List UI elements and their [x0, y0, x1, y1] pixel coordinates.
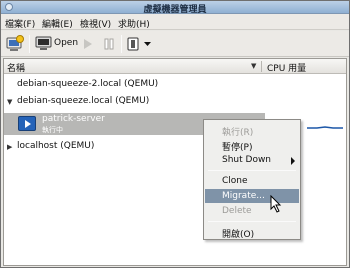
menu-help[interactable]: 求助(H) [118, 17, 150, 30]
expand-arrow-icon[interactable]: ▼ [7, 98, 12, 106]
context-menu: 執行(R) 暫停(P) Shut Down Clone Migrate... D… [203, 119, 301, 240]
connection-row[interactable]: debian-squeeze.local (QEMU) [17, 96, 149, 106]
submenu-arrow-icon [291, 157, 295, 165]
menu-item-open[interactable]: 開啟(O) [205, 225, 299, 240]
menu-edit[interactable]: 編輯(E) [42, 17, 73, 30]
toolbar-separator [29, 35, 30, 53]
shutdown-icon[interactable] [127, 37, 139, 51]
vm-status: 執行中 [42, 126, 63, 134]
menu-item-label: 暫停(P) [222, 143, 253, 153]
collapse-arrow-icon[interactable]: ▶ [7, 143, 12, 151]
column-divider[interactable] [261, 61, 262, 72]
mouse-cursor-icon [270, 195, 282, 213]
column-header: 名稱 ▼ CPU 用量 [4, 59, 346, 74]
menu-separator [208, 221, 296, 222]
menu-item-label: Migrate... [222, 191, 265, 201]
menu-item-migrate[interactable]: Migrate... [205, 189, 299, 203]
menu-view[interactable]: 檢視(V) [80, 17, 111, 30]
menu-bar: 檔案(F) 編輯(E) 檢視(V) 求助(H) [1, 14, 349, 30]
menu-item-label: Delete [222, 206, 252, 216]
menu-item-clone[interactable]: Clone [205, 174, 299, 188]
connection-row[interactable]: debian-squeeze-2.local (QEMU) [17, 79, 158, 89]
menu-file[interactable]: 檔案(F) [5, 17, 35, 30]
menu-item-label: Shut Down [222, 155, 272, 165]
menu-item-run[interactable]: 執行(R) [205, 123, 299, 138]
pause-icon[interactable] [104, 38, 114, 50]
toolbar-separator [121, 35, 122, 53]
column-cpu-header[interactable]: CPU 用量 [267, 61, 306, 74]
open-console-icon[interactable] [35, 36, 53, 52]
column-name-header[interactable]: 名稱 [7, 61, 25, 74]
new-vm-icon[interactable] [6, 35, 24, 53]
vm-name: patrick-server [42, 114, 105, 124]
sort-down-icon: ▼ [251, 62, 257, 70]
menu-item-label: 開啟(O) [222, 230, 255, 240]
menu-separator [208, 170, 296, 171]
menu-item-delete[interactable]: Delete [205, 204, 299, 218]
shutdown-dropdown-icon[interactable] [144, 42, 152, 48]
menu-item-label: 執行(R) [222, 128, 254, 138]
vm-running-icon [18, 116, 36, 131]
run-icon[interactable] [83, 38, 93, 50]
virt-manager-window: 虛擬機器管理員 檔案(F) 編輯(E) 檢視(V) 求助(H) Open 名稱 … [0, 0, 350, 268]
title-bar: 虛擬機器管理員 [1, 1, 349, 15]
menu-item-shutdown[interactable]: Shut Down [205, 153, 299, 167]
toolbar: Open [1, 31, 349, 57]
menu-item-pause[interactable]: 暫停(P) [205, 138, 299, 153]
connection-row[interactable]: localhost (QEMU) [17, 141, 94, 151]
open-button[interactable]: Open [54, 38, 78, 48]
menu-item-label: Clone [222, 176, 248, 186]
